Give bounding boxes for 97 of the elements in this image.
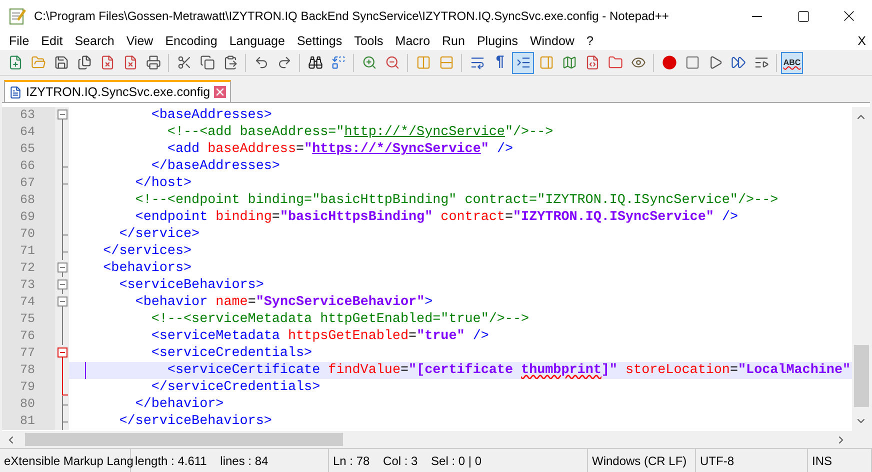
folder-icon xyxy=(30,55,46,70)
menu-item[interactable]: Edit xyxy=(35,32,69,50)
menu-item[interactable]: Tools xyxy=(348,32,390,50)
fast-forward-icon xyxy=(730,55,746,70)
menu-item[interactable]: Encoding xyxy=(159,32,224,50)
replace-icon xyxy=(330,55,346,70)
panel-icon xyxy=(538,55,554,70)
code-line: </serviceCredentials> xyxy=(150,379,320,396)
notepad-icon xyxy=(8,7,26,25)
code-line: <!--<serviceMetadata httpGetEnabled="true"/>--> xyxy=(150,311,530,328)
menu-item[interactable]: ? xyxy=(580,32,600,50)
stop-icon xyxy=(684,55,700,70)
code-line: </baseAddresses> xyxy=(150,158,280,175)
line-number: 65 xyxy=(2,141,55,158)
undo-icon xyxy=(254,55,268,70)
map-icon xyxy=(562,55,576,70)
code-line: <!--<add baseAddress="http://*/SyncService"/>--> xyxy=(166,124,554,141)
code-file-icon xyxy=(584,55,600,70)
menu-item[interactable]: Plugins xyxy=(470,32,524,50)
line-number: 76 xyxy=(2,328,55,345)
menu-item[interactable]: Macro xyxy=(389,32,436,50)
status-bar-field: INS xyxy=(808,449,872,472)
line-number: 73 xyxy=(2,277,55,294)
line-number: 74 xyxy=(2,294,55,311)
play-icon xyxy=(708,55,722,70)
code-line: </service> xyxy=(118,226,200,243)
status-bar-field: Windows (CR LF) xyxy=(588,449,696,472)
line-number: 63 xyxy=(2,107,55,124)
line-number: 75 xyxy=(2,311,55,328)
line-number: 67 xyxy=(2,175,55,192)
code-line: <!--<endpoint binding="basicHttpBinding" contract="IZYTRON.IQ.ISyncService"/>--> xyxy=(134,192,778,209)
stacked-files-icon xyxy=(76,55,92,70)
code-line: <serviceMetadata httpsGetEnabled="true" /> xyxy=(150,328,489,345)
eye-icon xyxy=(630,55,646,70)
close-file-icon xyxy=(100,55,114,70)
menu-item[interactable]: Run xyxy=(436,32,471,50)
maximize-icon xyxy=(796,10,810,22)
menu-item[interactable]: Window xyxy=(524,32,580,50)
status-bar-field: Ln : 78 Col : 3 Sel : 0 | 0 xyxy=(329,449,588,472)
code-line: <serviceBehaviors> xyxy=(118,277,264,294)
menu-item[interactable]: Search xyxy=(68,32,120,50)
line-number: 71 xyxy=(2,243,55,260)
binoculars-icon xyxy=(308,55,322,70)
line-number: 72 xyxy=(2,260,55,277)
line-number: 69 xyxy=(2,209,55,226)
line-number: 78 xyxy=(2,362,55,379)
line-number: 77 xyxy=(2,345,55,362)
tab-label: IZYTRON.IQ.SyncSvc.exe.config xyxy=(26,84,210,101)
file-tab[interactable]: IZYTRON.IQ.SyncSvc.exe.config xyxy=(4,80,232,102)
status-bar-field: UTF-8 xyxy=(696,449,808,472)
line-number: 70 xyxy=(2,226,55,243)
line-number: 79 xyxy=(2,379,55,396)
columns-icon xyxy=(416,55,430,70)
toolbar-button[interactable]: ABC xyxy=(781,52,803,74)
code-line: <behavior name="SyncServiceBehavior"> xyxy=(134,294,433,311)
close-document-button[interactable]: X xyxy=(858,32,866,50)
line-number: 80 xyxy=(2,396,55,413)
menu-item[interactable]: File xyxy=(3,32,36,50)
scissors-icon xyxy=(176,55,192,70)
line-number: 68 xyxy=(2,192,55,209)
zoom-in-icon xyxy=(362,55,376,70)
line-number: 64 xyxy=(2,124,55,141)
rows-icon xyxy=(438,55,454,70)
redo-icon xyxy=(276,55,292,70)
menu-item[interactable]: View xyxy=(120,32,160,50)
code-line: </behavior> xyxy=(134,396,224,413)
scrollbar-thumb[interactable] xyxy=(25,433,343,446)
macro-list-icon xyxy=(754,55,768,70)
zoom-out-icon xyxy=(384,55,400,70)
code-line: <baseAddresses> xyxy=(150,107,272,124)
code-line: </serviceBehaviors> xyxy=(118,413,272,430)
status-bar-field: eXtensible Markup Lang xyxy=(0,449,131,472)
indent-guide-icon xyxy=(516,55,530,70)
close-tab-icon[interactable] xyxy=(214,86,226,98)
toolbar-button[interactable]: ¶ xyxy=(489,52,511,74)
scrollbar-thumb[interactable] xyxy=(854,345,868,407)
printer-icon xyxy=(146,55,160,70)
line-number: 66 xyxy=(2,158,55,175)
code-line: <serviceCertificate findValue="[certificate thumbprint]" storeLocation="LocalMachine" xyxy=(166,362,851,379)
new-file-icon xyxy=(8,55,22,70)
code-line: </host> xyxy=(134,175,192,192)
window-title: C:\Program Files\Gossen-Metrawatt\IZYTRON.IQ BackEnd SyncService\IZYTRON.IQ.SyncSvc.exe.config - Notepad++ xyxy=(34,8,669,25)
paste-icon xyxy=(222,55,238,70)
line-number: 81 xyxy=(2,413,55,430)
menu-item[interactable]: Settings xyxy=(290,32,348,50)
wrap-text-icon xyxy=(470,55,484,70)
record-icon xyxy=(662,55,676,70)
code-line: <add baseAddress="https://*/SyncService" /> xyxy=(166,141,514,158)
menu-item[interactable]: Language xyxy=(223,32,291,50)
code-line: <behaviors> xyxy=(102,260,192,277)
folder-icon xyxy=(608,55,622,70)
close-files-icon xyxy=(122,55,138,70)
code-line: <endpoint binding="basicHttpsBinding" contract="IZYTRON.IQ.ISyncService" /> xyxy=(134,209,738,226)
file-icon xyxy=(9,86,22,98)
copy-icon xyxy=(200,55,214,70)
code-line: <serviceCredentials> xyxy=(150,345,312,362)
code-line: </services> xyxy=(102,243,192,260)
